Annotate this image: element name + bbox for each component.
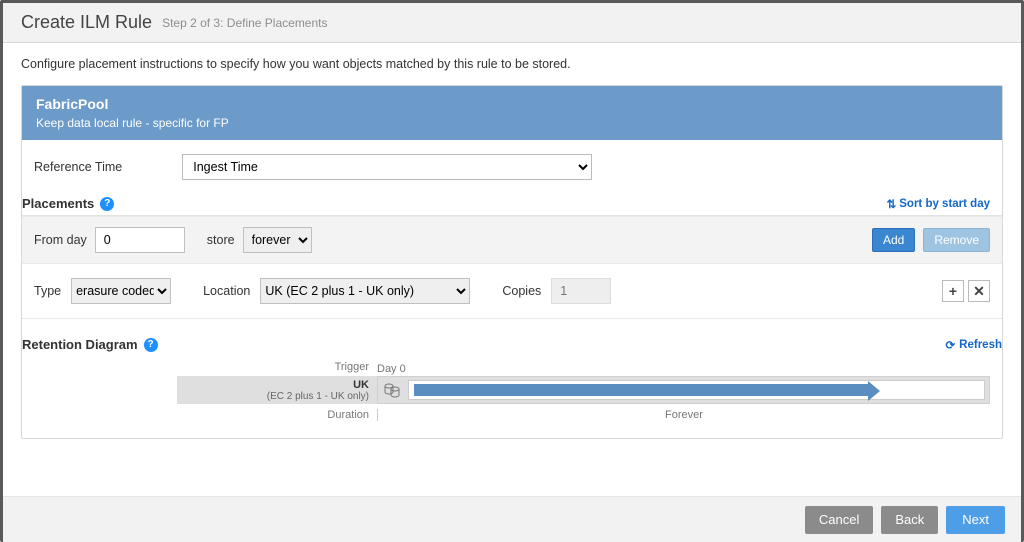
trigger-label: Trigger	[177, 361, 377, 373]
copies-input	[551, 278, 611, 304]
rule-panel: FabricPool Keep data local rule - specif…	[21, 85, 1003, 439]
remove-button[interactable]: Remove	[923, 228, 990, 252]
rule-header: FabricPool Keep data local rule - specif…	[22, 86, 1002, 140]
retention-bar	[414, 384, 869, 396]
duration-value: Forever	[377, 409, 990, 421]
sort-by-start-day-link[interactable]: ⇅ Sort by start day	[887, 197, 990, 211]
dialog-footer: Cancel Back Next	[3, 497, 1021, 542]
dialog-step: Step 2 of 3: Define Placements	[162, 16, 327, 30]
type-label: Type	[34, 284, 61, 298]
rule-body: Reference Time Ingest Time Placements ? …	[22, 140, 1002, 438]
refresh-icon: ⟳	[946, 338, 956, 352]
day-0-label: Day 0	[377, 363, 406, 375]
store-select[interactable]: forever	[243, 227, 312, 253]
placement-detail-row: Type erasure coded Location UK (EC 2 plu…	[22, 264, 1002, 319]
dialog-title: Create ILM Rule	[21, 12, 152, 33]
from-day-input[interactable]	[95, 227, 185, 253]
from-day-field: From day	[34, 227, 185, 253]
retention-diagram: Trigger Day 0 UK (EC 2 plus 1 - UK only)	[22, 358, 1002, 438]
dialog-title-bar: Create ILM Rule Step 2 of 3: Define Plac…	[3, 3, 1021, 43]
duration-label: Duration	[177, 409, 377, 421]
store-field: store forever	[207, 227, 312, 253]
reference-time-label: Reference Time	[34, 160, 122, 174]
location-label: Location	[203, 284, 250, 298]
remove-row-icon[interactable]: ✕	[968, 280, 990, 302]
placements-title: Placements ?	[22, 196, 114, 211]
cancel-button[interactable]: Cancel	[805, 506, 873, 534]
reference-time-select[interactable]: Ingest Time	[182, 154, 592, 180]
placement-day-row: From day store forever Add Remove	[22, 216, 1002, 264]
sort-icon: ⇅	[887, 197, 897, 211]
forever-arrow-icon	[868, 381, 880, 401]
bar-info: UK (EC 2 plus 1 - UK only)	[177, 376, 377, 404]
dialog-content: Configure placement instructions to spec…	[3, 43, 1021, 497]
placements-header: Placements ? ⇅ Sort by start day	[22, 188, 1002, 216]
retention-bar-track	[377, 376, 990, 404]
rule-name: FabricPool	[36, 96, 988, 112]
intro-text: Configure placement instructions to spec…	[21, 57, 1003, 71]
add-button[interactable]: Add	[872, 228, 915, 252]
retention-title: Retention Diagram ?	[22, 337, 158, 352]
copies-label: Copies	[502, 284, 541, 298]
back-button[interactable]: Back	[881, 506, 938, 534]
refresh-link[interactable]: ⟳ Refresh	[946, 338, 1002, 352]
help-icon[interactable]: ?	[100, 197, 114, 211]
location-select[interactable]: UK (EC 2 plus 1 - UK only)	[260, 278, 470, 304]
next-button[interactable]: Next	[946, 506, 1005, 534]
type-select[interactable]: erasure coded	[71, 278, 171, 304]
help-icon[interactable]: ?	[144, 338, 158, 352]
dialog-create-ilm-rule: Create ILM Rule Step 2 of 3: Define Plac…	[0, 0, 1024, 542]
reference-time-row: Reference Time Ingest Time	[22, 140, 1002, 188]
retention-header: Retention Diagram ? ⟳ Refresh	[22, 319, 1002, 358]
rule-desc: Keep data local rule - specific for FP	[36, 116, 988, 130]
storage-icon	[381, 380, 403, 400]
from-day-label: From day	[34, 233, 87, 247]
add-row-icon[interactable]: +	[942, 280, 964, 302]
store-label: store	[207, 233, 235, 247]
